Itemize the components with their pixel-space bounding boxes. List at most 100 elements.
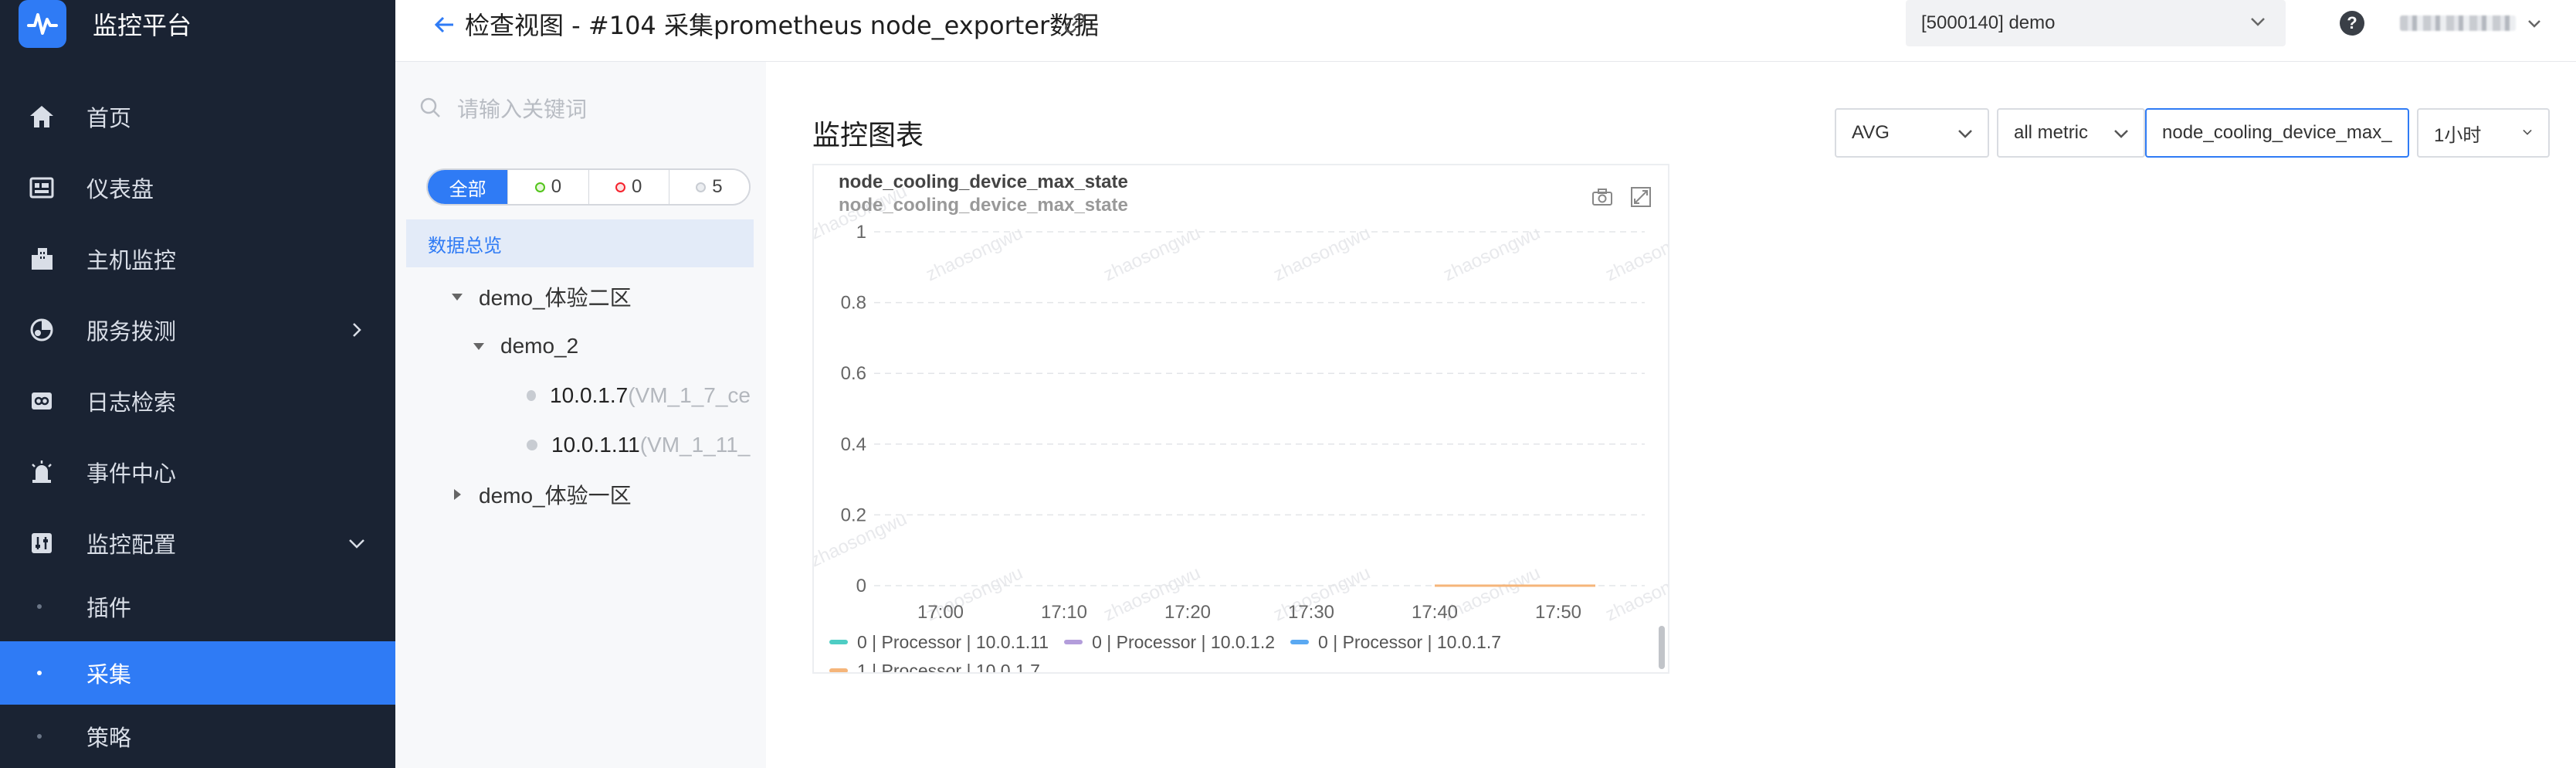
user-name-redacted: [2400, 15, 2516, 31]
metric-group-select[interactable]: all metric: [1997, 108, 2145, 158]
caret-right-icon[interactable]: [448, 485, 466, 504]
sidebar-item-service-probe[interactable]: 服务拨测: [0, 298, 395, 362]
sidebar-item-monitor-config[interactable]: 监控配置: [0, 511, 395, 575]
sidebar-item-label: 仪表盘: [86, 176, 154, 202]
chevron-down-icon[interactable]: [2522, 11, 2547, 36]
chart-title: node_cooling_device_max_state: [839, 172, 1128, 192]
bullet-icon: [37, 734, 42, 739]
sidebar-item-label: 监控配置: [86, 532, 177, 558]
sidebar-subitem-collect[interactable]: 采集: [0, 641, 395, 705]
x-tick-label: 17:30: [1288, 602, 1334, 623]
top-header: 检查视图 - #104 采集prometheus node_exporter数据…: [395, 0, 2576, 62]
chart-card: zhaosongwu zhaosongwu zhaosongwu zhaosongwu…: [812, 164, 1669, 674]
tree-node-subgroup[interactable]: demo_2: [469, 329, 578, 363]
legend-label: 1 | Processor | 10.0.1.7: [857, 661, 1040, 674]
x-tick-label: 17:50: [1535, 602, 1581, 623]
status-dot-icon: [696, 182, 707, 192]
watermark-text: zhaosongwu: [1602, 562, 1669, 625]
status-filter: 全部 0 0 5: [426, 168, 751, 206]
sidebar-subitem-label: 插件: [86, 595, 132, 621]
back-arrow-icon[interactable]: [429, 9, 460, 40]
business-select[interactable]: [5000140] demo: [1906, 0, 2286, 46]
chevron-right-icon: [341, 314, 372, 345]
tree-search-input[interactable]: [457, 96, 720, 122]
help-icon[interactable]: ?: [2340, 11, 2364, 36]
tree-node-label: demo_2: [500, 334, 579, 358]
sidebar-item-label: 主机监控: [86, 247, 177, 274]
user-name[interactable]: [2400, 11, 2516, 36]
legend-item[interactable]: 1 | Processor | 10.0.1.7: [829, 658, 1040, 674]
sidebar-item-event-center[interactable]: 事件中心: [0, 440, 395, 504]
y-tick-label: 0.6: [841, 363, 866, 384]
metric-group-select-value: all metric: [2014, 122, 2089, 143]
tree-node-host[interactable]: 10.0.1.7 (VM_1_7_ce: [527, 379, 751, 413]
building-icon: [26, 243, 57, 274]
tree-node-label: demo_体验一区: [479, 484, 632, 508]
tree-node-host[interactable]: 10.0.1.11 (VM_1_11_: [527, 428, 751, 462]
filter-normal-button[interactable]: 0: [507, 170, 588, 204]
home-icon: [26, 101, 57, 132]
x-tick-label: 17:10: [1041, 602, 1087, 623]
chart-subtitle: node_cooling_device_max_state: [839, 195, 1128, 216]
section-title: 监控图表: [812, 120, 924, 151]
sidebar-item-log-search[interactable]: 日志检索: [0, 369, 395, 433]
log-icon: [26, 386, 57, 416]
tree-search[interactable]: [419, 90, 743, 128]
chevron-down-icon: [341, 528, 372, 559]
y-tick-label: 1: [856, 222, 866, 243]
time-range-select[interactable]: 1小时: [2417, 108, 2550, 158]
app-title: 监控平台: [93, 11, 192, 40]
status-dot-icon: [615, 182, 625, 192]
legend-label: 0 | Processor | 10.0.1.7: [1318, 632, 1501, 652]
chevron-down-icon: [2519, 124, 2536, 146]
metric-input[interactable]: [2162, 122, 2400, 144]
x-tick-label: 17:20: [1164, 602, 1211, 623]
caret-down-icon[interactable]: [469, 337, 488, 355]
sidebar-item-host-monitor[interactable]: 主机监控: [0, 227, 395, 291]
filter-alarm-button[interactable]: 0: [588, 170, 669, 204]
tree-node-group[interactable]: demo_体验一区: [448, 477, 632, 511]
sidebar-subitem-label: 策略: [86, 725, 132, 751]
bullet-icon: [37, 604, 42, 609]
host-ip: 10.0.1.7: [550, 383, 629, 407]
camera-icon[interactable]: [1589, 184, 1615, 210]
legend-item[interactable]: 0 | Processor | 10.0.1.11: [829, 630, 1049, 654]
sidebar-subitem-plugins[interactable]: 插件: [0, 575, 395, 638]
tree-overview-item[interactable]: 数据总览: [406, 219, 754, 267]
app-logo-icon: [19, 0, 66, 48]
sidebar: 监控平台 首页 仪表盘 主机监控 服务拨测 日志检索 事件中心 监控配置 插件 …: [0, 0, 395, 768]
x-tick-label: 17:00: [917, 602, 964, 623]
y-tick-label: 0: [856, 576, 866, 596]
legend-item[interactable]: 0 | Processor | 10.0.1.2: [1064, 630, 1275, 654]
brand[interactable]: 监控平台: [19, 0, 192, 48]
legend-swatch: [1290, 640, 1310, 644]
sidebar-item-label: 首页: [86, 105, 132, 131]
legend-scrollbar[interactable]: [1659, 626, 1665, 669]
y-tick-label: 0.8: [841, 293, 866, 314]
sidebar-subitem-label: 采集: [86, 661, 132, 688]
status-dot-icon: [534, 182, 545, 192]
filter-label: 全部: [449, 178, 486, 200]
filter-all-button[interactable]: 全部: [428, 170, 508, 204]
x-tick-label: 17:40: [1412, 602, 1458, 623]
method-select[interactable]: AVG: [1835, 108, 1989, 158]
metric-input-field[interactable]: [2145, 108, 2409, 158]
chevron-down-icon: [2111, 124, 2131, 149]
sidebar-item-home[interactable]: 首页: [0, 85, 395, 148]
tree-node-group[interactable]: demo_体验二区: [448, 280, 632, 314]
filter-label: 5: [712, 176, 723, 197]
filter-nodata-button[interactable]: 5: [668, 170, 749, 204]
sidebar-subitem-strategy[interactable]: 策略: [0, 705, 395, 768]
fullscreen-icon[interactable]: [1628, 184, 1654, 210]
caret-down-icon[interactable]: [448, 287, 466, 306]
legend-item[interactable]: 0 | Processor | 10.0.1.7: [1290, 630, 1501, 654]
page-title: 检查视图 - #104 采集prometheus node_exporter数据: [465, 11, 1100, 40]
tree-node-label: demo_体验二区: [479, 286, 632, 310]
chevron-down-icon: [2247, 11, 2269, 38]
business-select-value: [5000140] demo: [1921, 12, 2056, 33]
filter-label: 0: [551, 176, 562, 197]
sidebar-item-dashboard[interactable]: 仪表盘: [0, 156, 395, 219]
status-dot-icon: [527, 440, 537, 450]
host-name: (VM_1_7_ce: [628, 383, 751, 407]
link-icon[interactable]: [1059, 8, 1090, 39]
